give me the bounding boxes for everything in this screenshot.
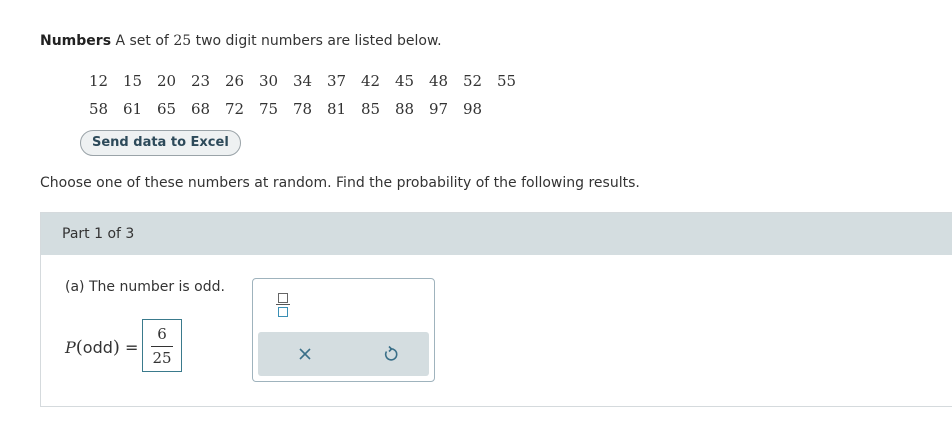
number-item: 37 bbox=[327, 72, 347, 90]
number-item: 12 bbox=[89, 72, 109, 90]
intro-count: 25 bbox=[173, 33, 192, 49]
prob-open-paren: ( bbox=[75, 337, 83, 358]
close-x-icon bbox=[299, 348, 311, 360]
number-item: 68 bbox=[191, 100, 211, 118]
fraction-tool-bar bbox=[276, 304, 290, 305]
numerator-placeholder bbox=[278, 293, 288, 303]
clear-button[interactable] bbox=[291, 340, 319, 368]
send-to-excel-button[interactable]: Send data to Excel bbox=[80, 130, 241, 156]
number-item: 23 bbox=[191, 72, 211, 90]
toolbox-actions bbox=[258, 332, 429, 376]
fraction-template-icon[interactable] bbox=[276, 291, 290, 321]
prob-equals: = bbox=[125, 338, 139, 357]
prob-p-symbol: P bbox=[65, 338, 76, 357]
intro-text-before: A set of bbox=[111, 33, 174, 49]
number-item: 75 bbox=[259, 100, 279, 118]
prob-event: odd bbox=[82, 338, 113, 357]
undo-icon bbox=[384, 345, 398, 361]
undo-button[interactable] bbox=[376, 340, 404, 368]
part-header: Part 1 of 3 bbox=[41, 213, 952, 255]
number-item: 78 bbox=[293, 100, 313, 118]
number-item: 15 bbox=[123, 72, 143, 90]
question-text: (a) The number is odd. bbox=[65, 279, 225, 295]
part-header-label: Part 1 of 3 bbox=[62, 226, 135, 242]
number-item: 72 bbox=[225, 100, 245, 118]
numbers-row-1: 12 15 20 23 26 30 34 37 42 45 48 52 55 bbox=[89, 72, 531, 90]
number-item: 85 bbox=[361, 100, 381, 118]
probability-expression: P(odd) = bbox=[65, 337, 138, 358]
intro-bold-label: Numbers bbox=[40, 33, 112, 49]
answer-numerator[interactable]: 6 bbox=[143, 325, 181, 343]
number-item: 34 bbox=[293, 72, 313, 90]
math-toolbox bbox=[252, 278, 435, 382]
number-item: 58 bbox=[89, 100, 109, 118]
number-item: 45 bbox=[395, 72, 415, 90]
number-item: 42 bbox=[361, 72, 381, 90]
part-panel: Part 1 of 3 (a) The number is odd. P(odd… bbox=[40, 212, 952, 407]
number-item: 20 bbox=[157, 72, 177, 90]
intro-text-after: two digit numbers are listed below. bbox=[191, 33, 442, 49]
prob-close-paren: ) bbox=[112, 337, 120, 358]
number-item: 97 bbox=[429, 100, 449, 118]
numbers-row-2: 58 61 65 68 72 75 78 81 85 88 97 98 bbox=[89, 100, 497, 118]
fraction-bar bbox=[151, 346, 173, 347]
answer-input[interactable]: 6 25 bbox=[142, 319, 182, 372]
number-item: 30 bbox=[259, 72, 279, 90]
number-item: 81 bbox=[327, 100, 347, 118]
intro-text: Numbers A set of 25 two digit numbers ar… bbox=[40, 33, 442, 49]
number-item: 98 bbox=[463, 100, 483, 118]
number-item: 55 bbox=[497, 72, 517, 90]
number-item: 61 bbox=[123, 100, 143, 118]
number-item: 26 bbox=[225, 72, 245, 90]
denominator-placeholder bbox=[278, 307, 288, 317]
number-item: 52 bbox=[463, 72, 483, 90]
number-item: 48 bbox=[429, 72, 449, 90]
number-item: 65 bbox=[157, 100, 177, 118]
answer-denominator[interactable]: 25 bbox=[143, 349, 181, 367]
number-item: 88 bbox=[395, 100, 415, 118]
instructions-text: Choose one of these numbers at random. F… bbox=[40, 175, 640, 191]
